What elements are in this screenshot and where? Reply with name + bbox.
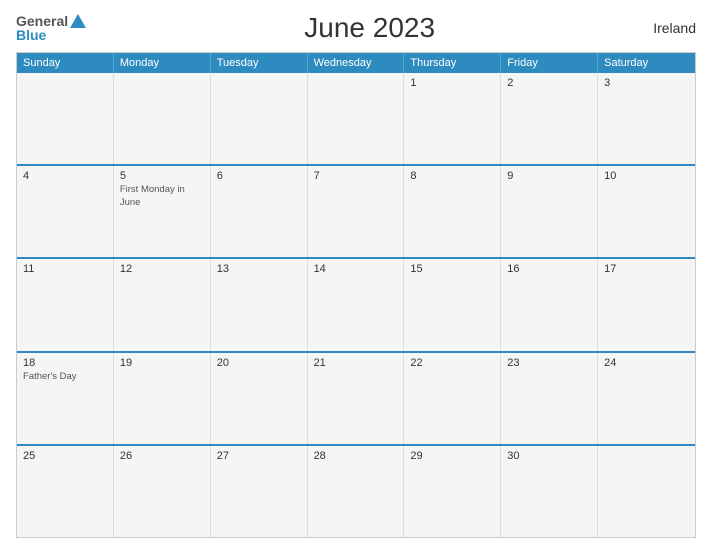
day-number: 3 (604, 77, 689, 89)
calendar-cell (308, 73, 405, 164)
calendar-cell: 7 (308, 166, 405, 257)
day-number: 12 (120, 263, 204, 275)
calendar-cell: 21 (308, 353, 405, 444)
day-number: 5 (120, 170, 204, 182)
calendar-cell: 14 (308, 259, 405, 350)
header-monday: Monday (114, 53, 211, 73)
day-number: 8 (410, 170, 494, 182)
day-number: 7 (314, 170, 398, 182)
calendar-cell: 28 (308, 446, 405, 537)
day-number: 19 (120, 357, 204, 369)
calendar-cell: 19 (114, 353, 211, 444)
page-header: General Blue June 2023 Ireland (16, 12, 696, 44)
header-saturday: Saturday (598, 53, 695, 73)
day-number: 14 (314, 263, 398, 275)
header-wednesday: Wednesday (308, 53, 405, 73)
calendar-page: General Blue June 2023 Ireland Sunday Mo… (0, 0, 712, 550)
day-number: 24 (604, 357, 689, 369)
calendar-cell: 6 (211, 166, 308, 257)
header-friday: Friday (501, 53, 598, 73)
calendar-cell: 16 (501, 259, 598, 350)
calendar-week-4: 18 Father's Day 19 20 21 22 23 24 (17, 351, 695, 444)
day-number: 27 (217, 450, 301, 462)
day-number: 10 (604, 170, 689, 182)
calendar-weeks: 12345First Monday in June678910111213141… (17, 73, 695, 537)
calendar-cell: 12 (114, 259, 211, 350)
calendar-cell: 1 (404, 73, 501, 164)
day-event: Father's Day (23, 371, 107, 383)
calendar-week-2: 4 5 First Monday in June 6 78 9 10 (17, 164, 695, 257)
day-number: 2 (507, 77, 591, 89)
calendar-grid: Sunday Monday Tuesday Wednesday Thursday… (16, 52, 696, 538)
calendar-week-3: 11 12 13 14 15 16 17 (17, 257, 695, 350)
day-number: 9 (507, 170, 591, 182)
day-number: 4 (23, 170, 107, 182)
calendar-week-5: 25 26 27 28 29 30 (17, 444, 695, 537)
calendar-cell: 20 (211, 353, 308, 444)
calendar-cell: 30 (501, 446, 598, 537)
day-number: 28 (314, 450, 398, 462)
calendar-cell: 8 (404, 166, 501, 257)
calendar-cell: 2 (501, 73, 598, 164)
day-number: 29 (410, 450, 494, 462)
calendar-header: Sunday Monday Tuesday Wednesday Thursday… (17, 53, 695, 73)
calendar-cell: 5 First Monday in June (114, 166, 211, 257)
day-number: 1 (410, 77, 494, 89)
day-number: 26 (120, 450, 204, 462)
day-number: 18 (23, 357, 107, 369)
calendar-cell (211, 73, 308, 164)
day-event: First Monday in June (120, 184, 204, 209)
calendar-cell: 10 (598, 166, 695, 257)
calendar-cell: 9 (501, 166, 598, 257)
calendar-cell: 11 (17, 259, 114, 350)
calendar-cell (17, 73, 114, 164)
day-number: 30 (507, 450, 591, 462)
day-number: 11 (23, 263, 107, 275)
day-number: 25 (23, 450, 107, 462)
calendar-cell: 15 (404, 259, 501, 350)
calendar-cell: 3 (598, 73, 695, 164)
calendar-cell: 24 (598, 353, 695, 444)
day-number: 22 (410, 357, 494, 369)
calendar-cell (114, 73, 211, 164)
calendar-week-1: 1 2 3 (17, 73, 695, 164)
calendar-cell (598, 446, 695, 537)
calendar-cell: 18 Father's Day (17, 353, 114, 444)
calendar-cell: 25 (17, 446, 114, 537)
day-number: 17 (604, 263, 689, 275)
calendar-cell: 22 (404, 353, 501, 444)
day-number: 20 (217, 357, 301, 369)
calendar-cell: 4 (17, 166, 114, 257)
header-sunday: Sunday (17, 53, 114, 73)
calendar-cell: 23 (501, 353, 598, 444)
calendar-cell: 17 (598, 259, 695, 350)
calendar-cell: 27 (211, 446, 308, 537)
calendar-cell: 29 (404, 446, 501, 537)
calendar-cell: 26 (114, 446, 211, 537)
header-tuesday: Tuesday (211, 53, 308, 73)
header-thursday: Thursday (404, 53, 501, 73)
day-number: 21 (314, 357, 398, 369)
logo-triangle-icon (70, 14, 86, 28)
day-number: 23 (507, 357, 591, 369)
month-title: June 2023 (304, 12, 435, 44)
logo-blue: Blue (16, 27, 46, 43)
logo: General Blue (16, 13, 86, 43)
day-number: 6 (217, 170, 301, 182)
country-label: Ireland (653, 20, 696, 36)
day-number: 16 (507, 263, 591, 275)
day-number: 13 (217, 263, 301, 275)
day-number: 15 (410, 263, 494, 275)
calendar-cell: 13 (211, 259, 308, 350)
